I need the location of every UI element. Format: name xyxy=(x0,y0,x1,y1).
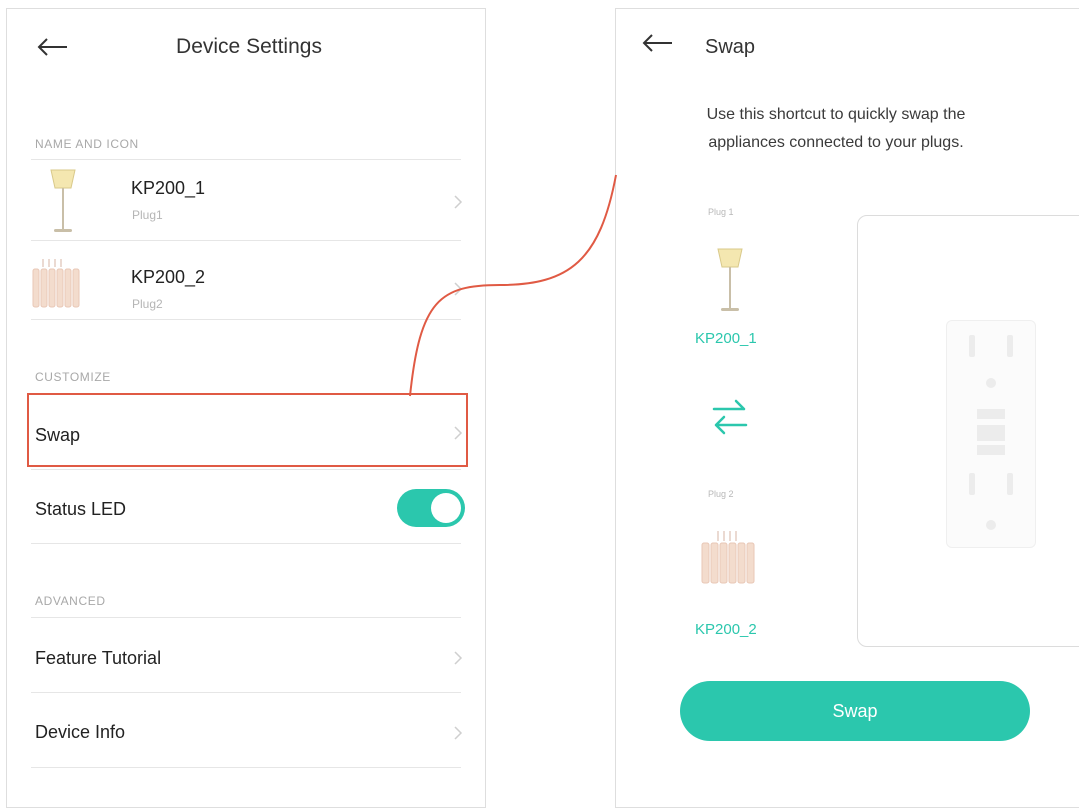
divider xyxy=(31,319,461,320)
chevron-right-icon xyxy=(454,651,463,665)
section-header-advanced: ADVANCED xyxy=(35,594,106,608)
device-row-kp200-2[interactable]: KP200_2 Plug2 xyxy=(31,241,463,321)
swap-button[interactable]: Swap xyxy=(680,681,1030,741)
device-plug-label: Plug2 xyxy=(132,297,163,311)
device-row-kp200-1[interactable]: KP200_1 Plug1 xyxy=(31,160,463,240)
floor-lamp-icon xyxy=(50,169,76,232)
device-name: KP200_1 xyxy=(131,178,206,198)
feature-tutorial-row[interactable]: Feature Tutorial xyxy=(31,618,463,692)
swap-highlight-box xyxy=(27,393,468,467)
device-info-row[interactable]: Device Info xyxy=(31,693,463,767)
divider xyxy=(31,543,461,544)
swap-arrows-icon xyxy=(712,399,748,435)
page-title: Device Settings xyxy=(176,35,322,58)
device-name: KP200_2 xyxy=(131,267,206,287)
swap-description: Use this shortcut to quickly swap the ap… xyxy=(706,106,966,151)
swap-screen: Swap Use this shortcut to quickly swap t… xyxy=(615,8,1079,808)
section-header-name-and-icon: NAME AND ICON xyxy=(35,137,139,151)
device-plug-label: Plug1 xyxy=(132,208,163,222)
section-header-customize: CUSTOMIZE xyxy=(35,370,111,384)
status-led-label: Status LED xyxy=(35,499,127,519)
outlet-card xyxy=(857,215,1079,647)
device-info-label: Device Info xyxy=(35,722,126,742)
radiator-heater-icon xyxy=(32,259,80,308)
plug1-device-name: KP200_1 xyxy=(695,330,757,347)
page-title: Swap xyxy=(704,36,756,58)
chevron-right-icon xyxy=(454,726,463,740)
plug1-label: Plug 1 xyxy=(708,207,734,217)
chevron-right-icon xyxy=(454,195,463,209)
chevron-right-icon xyxy=(454,282,463,296)
wall-outlet-illustration xyxy=(946,320,1036,548)
plug2-device-name: KP200_2 xyxy=(695,621,757,638)
plug2-label: Plug 2 xyxy=(708,489,734,499)
wall-outlet-icon xyxy=(969,335,1013,530)
floor-lamp-icon xyxy=(717,248,743,311)
status-led-toggle[interactable] xyxy=(397,489,465,527)
feature-tutorial-label: Feature Tutorial xyxy=(35,648,162,668)
divider xyxy=(31,767,461,768)
radiator-heater-icon xyxy=(701,531,755,584)
